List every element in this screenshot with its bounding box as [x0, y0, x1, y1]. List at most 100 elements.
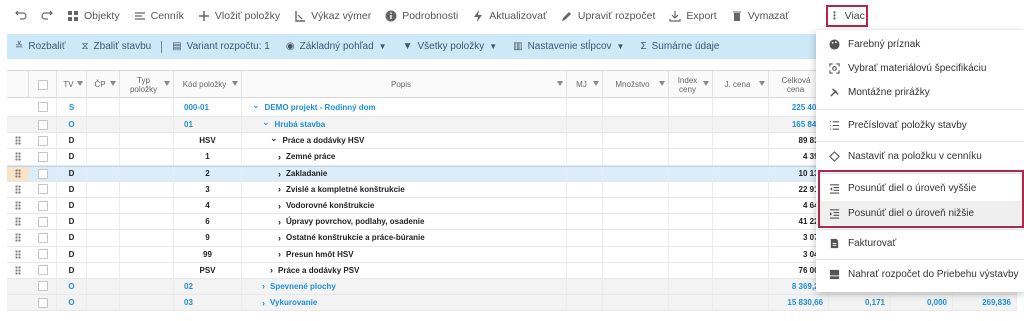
menu-item-upload-construction[interactable]: Nahrať rozpočet do Priebehu výstavby — [816, 262, 1024, 286]
filter-icon[interactable] — [703, 81, 709, 86]
filter-icon[interactable] — [593, 81, 599, 86]
row-description[interactable]: ⌄ Hrubá stavba — [242, 117, 567, 133]
row-select-cell[interactable] — [29, 149, 57, 165]
header-typ[interactable]: Typ položky — [120, 71, 174, 98]
filter-icon[interactable] — [557, 81, 563, 86]
row-checkbox[interactable] — [37, 168, 48, 179]
undo-button[interactable] — [8, 0, 34, 32]
row-select-cell[interactable] — [29, 133, 57, 149]
row-checkbox[interactable] — [37, 102, 48, 112]
menu-item-renumber[interactable]: Prečíslovať položky stavby — [816, 113, 1024, 137]
filter-icon[interactable] — [110, 81, 116, 86]
filter-icon[interactable] — [232, 81, 238, 86]
chevron-right-icon[interactable]: › — [278, 217, 281, 227]
row-select-cell[interactable] — [29, 262, 57, 278]
pricelist-button[interactable]: Cenník — [127, 0, 191, 32]
chevron-right-icon[interactable]: › — [278, 249, 281, 259]
header-mj[interactable]: MJ — [567, 71, 603, 98]
filter-icon[interactable] — [659, 81, 665, 86]
edit-budget-button[interactable]: Upraviť rozpočet — [554, 0, 662, 32]
row-checkbox[interactable] — [37, 151, 48, 162]
drag-handle-icon[interactable] — [7, 247, 29, 262]
update-button[interactable]: Aktualizovať — [465, 0, 554, 32]
row-checkbox[interactable] — [37, 135, 48, 146]
menu-item-color-flag[interactable]: Farebný príznak — [816, 32, 1024, 56]
columns-settings-selector[interactable]: ▥ Nastavenie stĺpcov ▼ — [505, 34, 632, 59]
chevron-right-icon[interactable]: › — [262, 298, 265, 308]
drag-handle-icon[interactable] — [7, 279, 29, 294]
row-description[interactable]: › Spevnené plochy — [242, 278, 567, 295]
chevron-right-icon[interactable]: › — [278, 201, 281, 211]
collapse-structure-button[interactable]: ⧖ Zbaliť stavbu — [74, 34, 160, 59]
row-description[interactable]: › Ostatné konštrukcie a práce-búranie — [242, 230, 567, 246]
header-select-all[interactable] — [29, 71, 57, 98]
filter-icon[interactable] — [77, 81, 83, 86]
row-description[interactable]: › Zvislé a kompletné konštrukcie — [242, 181, 567, 197]
measure-button[interactable]: Výkaz výmer — [287, 0, 378, 32]
row-select-cell[interactable] — [29, 197, 57, 214]
row-checkbox[interactable] — [37, 297, 48, 308]
row-description[interactable]: › Zemné práce — [242, 149, 567, 165]
row-select-cell[interactable] — [29, 98, 57, 116]
drag-handle-icon[interactable] — [7, 182, 29, 197]
drag-handle-icon[interactable] — [7, 263, 29, 278]
select-all-checkbox[interactable] — [37, 79, 48, 90]
row-select-cell[interactable] — [29, 117, 57, 133]
menu-item-material-spec[interactable]: Vybrať materiálovú špecifikáciu — [816, 56, 1024, 80]
objects-button[interactable]: Objekty — [60, 0, 127, 32]
row-select-cell[interactable] — [29, 246, 57, 262]
row-select-cell[interactable] — [29, 166, 57, 181]
drag-handle-icon[interactable] — [7, 166, 29, 181]
row-checkbox[interactable] — [37, 200, 48, 211]
add-items-button[interactable]: Vložiť položky — [191, 0, 287, 32]
chevron-down-icon[interactable]: ⌄ — [252, 100, 260, 111]
row-checkbox[interactable] — [37, 184, 48, 195]
row-description[interactable]: › Vykurovanie — [242, 295, 567, 311]
row-description[interactable]: ⌄ Práce a dodávky HSV — [242, 133, 567, 149]
menu-item-invoice[interactable]: Fakturovať — [816, 231, 1024, 255]
table-row[interactable]: O 03 › Vykurovanie 15 830,66 0,171 0,000 269,83… — [7, 295, 1017, 312]
row-select-cell[interactable] — [29, 181, 57, 197]
row-description[interactable]: › Práce a dodávky PSV — [242, 262, 567, 278]
filter-icon[interactable] — [759, 81, 765, 86]
view-selector[interactable]: ◉ Základný pohľad ▼ — [278, 34, 395, 59]
summary-button[interactable]: Σ Sumárne údaje — [632, 34, 727, 59]
chevron-right-icon[interactable]: › — [278, 169, 281, 179]
header-popis[interactable]: Popis — [242, 71, 567, 98]
row-description[interactable]: › Zakladanie — [242, 166, 567, 181]
row-checkbox[interactable] — [37, 232, 48, 243]
row-description[interactable]: ⌄ DEMO projekt - Rodinný dom — [242, 98, 567, 116]
menu-item-set-to-pricelist[interactable]: Nastaviť na položku v cenníku — [816, 144, 1024, 168]
chevron-down-icon[interactable]: ⌄ — [270, 133, 278, 144]
row-checkbox[interactable] — [37, 216, 48, 227]
drag-handle-icon[interactable] — [7, 295, 29, 310]
delete-button[interactable]: Vymazať — [724, 0, 796, 32]
drag-handle-icon[interactable] — [7, 149, 29, 164]
row-description[interactable]: › Úpravy povrchov, podlahy, osadenie — [242, 214, 567, 230]
chevron-right-icon[interactable]: › — [270, 265, 273, 275]
chevron-down-icon[interactable]: ⌄ — [262, 117, 270, 128]
header-mnozstvo[interactable]: Množstvo — [603, 71, 669, 98]
row-select-cell[interactable] — [29, 295, 57, 311]
chevron-right-icon[interactable]: › — [278, 184, 281, 194]
row-select-cell[interactable] — [29, 214, 57, 230]
redo-button[interactable] — [34, 0, 60, 32]
items-filter-selector[interactable]: ▼ Všetky položky ▼ — [395, 34, 506, 59]
drag-handle-icon[interactable] — [7, 214, 29, 229]
filter-icon[interactable] — [164, 81, 170, 86]
more-button[interactable]: ⋮ Viac — [826, 5, 868, 27]
row-select-cell[interactable] — [29, 230, 57, 246]
chevron-right-icon[interactable]: › — [262, 281, 265, 291]
header-kod[interactable]: Kód položky — [174, 71, 242, 98]
header-cp[interactable]: ČP — [87, 71, 120, 98]
row-select-cell[interactable] — [29, 278, 57, 295]
drag-handle-icon[interactable] — [7, 230, 29, 245]
row-checkbox[interactable] — [37, 119, 48, 130]
row-checkbox[interactable] — [37, 249, 48, 260]
row-checkbox[interactable] — [37, 281, 48, 292]
chevron-right-icon[interactable]: › — [278, 152, 281, 162]
variant-selector[interactable]: ▤ Variant rozpočtu: 1 — [164, 34, 278, 59]
drag-handle-icon[interactable] — [7, 198, 29, 213]
header-jcena[interactable]: J. cena — [713, 71, 769, 98]
drag-handle-icon[interactable] — [7, 133, 29, 148]
